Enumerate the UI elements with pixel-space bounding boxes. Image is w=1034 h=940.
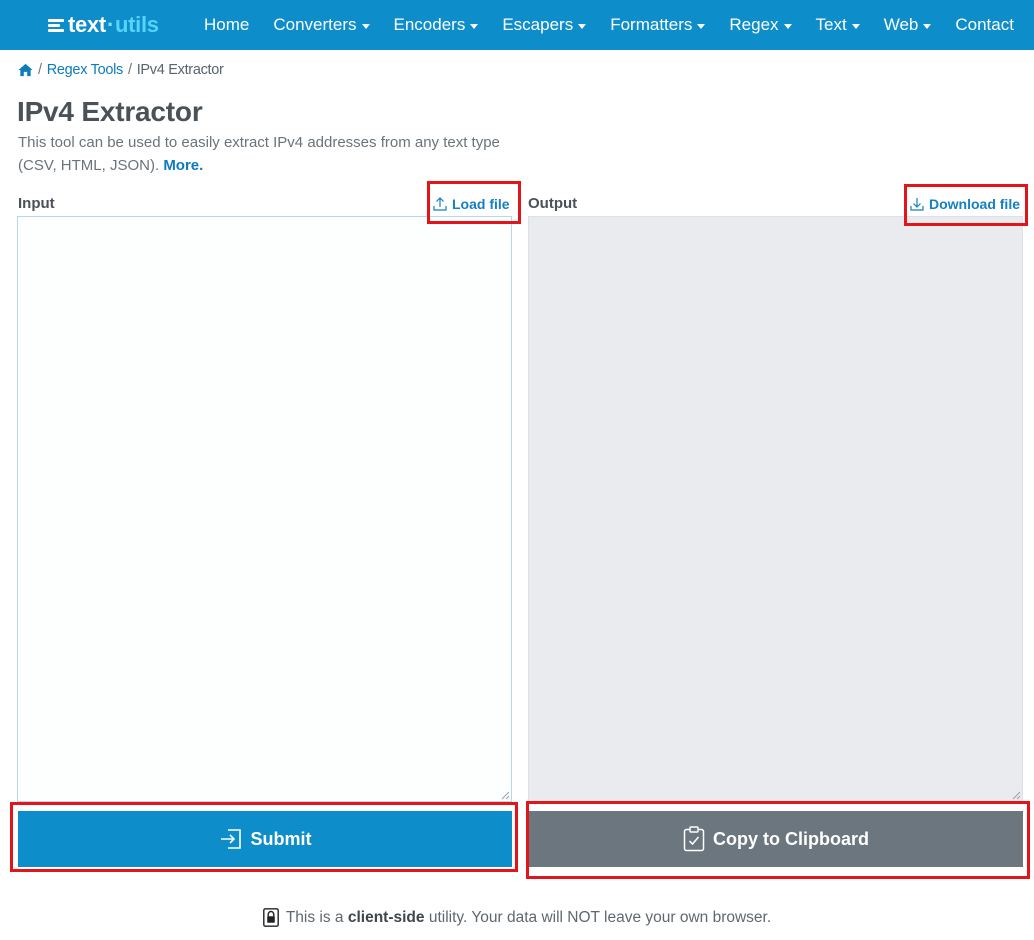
brand-utils: utils <box>114 12 159 37</box>
brand-dot: · <box>106 12 114 37</box>
nav-item-regex[interactable]: Regex <box>717 0 803 50</box>
nav-item-label: Formatters <box>610 15 693 34</box>
nav-item-label: Home <box>204 15 250 34</box>
nav-item-web[interactable]: Web <box>872 0 944 50</box>
caret-down-icon <box>470 23 479 29</box>
nav-item-label: Contact <box>955 15 1014 34</box>
clipboard-check-icon <box>683 826 705 852</box>
client-side-note: This is a client-side utility. Your data… <box>0 908 1034 927</box>
load-file-button[interactable]: Load file <box>433 195 510 213</box>
caret-down-icon <box>578 23 587 29</box>
download-icon <box>910 198 924 211</box>
lock-icon <box>262 908 279 927</box>
breadcrumb-regex-tools[interactable]: Regex Tools <box>47 62 124 78</box>
top-navbar: text · utils Home Converters Encoders Escaper… <box>0 0 1034 50</box>
output-textarea[interactable] <box>528 216 1023 802</box>
input-label: Input <box>18 195 55 212</box>
nav-item-text[interactable]: Text <box>804 0 872 50</box>
nav-item-label: Converters <box>273 15 357 34</box>
nav-item-formatters[interactable]: Formatters <box>598 0 717 50</box>
download-file-button[interactable]: Download file <box>910 195 1020 213</box>
nav-item-label: Regex <box>729 15 779 34</box>
load-file-label: Load file <box>452 196 510 212</box>
copy-label: Copy to Clipboard <box>713 828 869 849</box>
download-file-label: Download file <box>929 196 1020 212</box>
nav-item-label: Web <box>883 15 919 34</box>
upload-icon <box>433 197 447 211</box>
nav-item-escapers[interactable]: Escapers <box>490 0 598 50</box>
note-before: This is a <box>285 908 344 926</box>
brand-text: text <box>68 12 106 37</box>
nav-item-contact[interactable]: Contact <box>943 0 1026 50</box>
caret-down-icon <box>697 23 706 29</box>
caret-down-icon <box>923 23 932 29</box>
page-description: This tool can be used to easily extract … <box>18 131 518 177</box>
caret-down-icon <box>851 23 860 29</box>
menu-lines-icon <box>48 18 64 32</box>
page-title: IPv4 Extractor <box>17 96 203 127</box>
nav-item-home[interactable]: Home <box>192 0 261 50</box>
nav-menu: Home Converters Encoders Escapers Formatters… <box>192 0 1026 50</box>
output-label: Output <box>528 195 578 212</box>
note-bold: client-side <box>347 908 425 926</box>
nav-item-label: Text <box>815 15 847 34</box>
description-text: This tool can be used to easily extract … <box>18 134 500 174</box>
brand-logo[interactable]: text · utils <box>48 10 159 40</box>
note-after: utility. Your data will NOT leave your o… <box>428 908 772 926</box>
resize-handle-icon[interactable] <box>501 791 510 800</box>
breadcrumb: / Regex Tools / IPv4 Extractor <box>18 60 224 80</box>
nav-item-encoders[interactable]: Encoders <box>382 0 491 50</box>
submit-button[interactable]: Submit <box>18 811 512 867</box>
caret-down-icon <box>361 23 370 29</box>
sign-in-icon <box>220 829 241 849</box>
home-icon[interactable] <box>18 63 33 77</box>
breadcrumb-separator: / <box>127 62 132 78</box>
resize-handle-icon[interactable] <box>1012 791 1021 800</box>
input-textarea[interactable] <box>17 216 512 802</box>
breadcrumb-current: IPv4 Extractor <box>136 62 224 78</box>
nav-item-converters[interactable]: Converters <box>261 0 381 50</box>
breadcrumb-separator: / <box>38 62 42 78</box>
more-link[interactable]: More. <box>163 157 203 174</box>
nav-item-label: Escapers <box>502 15 574 34</box>
caret-down-icon <box>783 23 792 29</box>
submit-label: Submit <box>250 828 312 849</box>
nav-item-label: Encoders <box>393 15 466 34</box>
copy-to-clipboard-button[interactable]: Copy to Clipboard <box>529 811 1023 867</box>
